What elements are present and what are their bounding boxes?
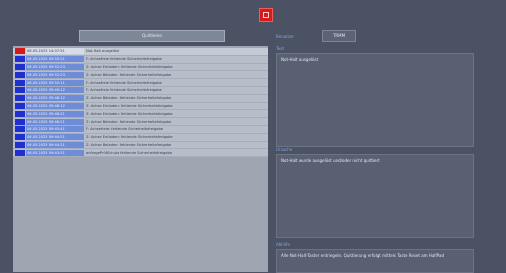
message-detail-panel: Benutzer TRMM Text Not-Halt ausgelöst Ur… [274,30,474,273]
message-timestamp: 06.05.2025 14:07:51 [26,48,84,55]
message-row[interactable]: 06.05.2025 09:52:23 Z: Achse Entladen: fe… [13,63,268,72]
remedy-text-box: Alle Not-Halt-Taster entriegeln. Quittie… [276,249,474,273]
message-text: Z: Achse Entladen: fehlende Sicherheitsf… [86,135,173,140]
message-text: Z: Achse Entladen: fehlende Sicherheitsf… [86,64,173,69]
message-row[interactable]: 06.05.2025 09:48:12 Z: Achse Beladen: feh… [13,94,268,103]
message-row[interactable]: 06.05.2025 09:55:21 F: Achsefreie fehlend… [13,55,268,64]
message-timestamp: 06.05.2025 09:43:51 [26,149,84,156]
message-row[interactable]: 06.05.2025 09:44:21 Z: Achse Beladen: feh… [13,141,268,150]
message-row[interactable]: 06.05.2025 09:52:23 Z: Achse Beladen: feh… [13,71,268,80]
message-timestamp: 06.05.2025 09:46:21 [26,118,84,125]
message-timestamp: 06.05.2025 09:45:41 [26,126,84,133]
message-row[interactable]: 06.05.2025 09:44:51 Z: Achse Entladen: fe… [13,133,268,142]
severity-swatch [15,102,25,109]
message-row[interactable]: 06.05.2025 09:50:11 F: Achsefreie fehlend… [13,79,268,87]
severity-swatch [15,149,25,156]
message-row[interactable]: 06.05.2025 14:07:51 Not-Halt ausgelöst [13,48,268,56]
cause-text-box: Not-Halt wurde ausgelöst und/oder nicht … [276,154,474,238]
severity-swatch [15,56,25,63]
message-text: Not-Halt ausgelöst [86,49,120,54]
message-text: Z: Achse Beladen: fehlende Sicherheitsfr… [86,96,172,101]
message-text-box: Not-Halt ausgelöst [276,53,474,147]
user-value-field[interactable]: TRMM [322,30,356,42]
text-section-label: Text [276,46,285,51]
message-list-panel: Quittieren 06.05.2025 14:07:51 Not-Halt a… [13,26,268,272]
user-label: Benutzer [276,34,295,39]
filter-bar: Quittieren [13,26,268,46]
cause-section-label: Ursache [276,147,293,152]
message-row[interactable]: 06.05.2025 09:48:12 Z: Achse Entladen: fe… [13,102,268,111]
message-timestamp: 06.05.2025 09:44:51 [26,134,84,141]
message-list: 06.05.2025 14:07:51 Not-Halt ausgelöst 06.… [13,48,268,158]
message-timestamp: 06.05.2025 09:49:12 [26,87,84,94]
message-row[interactable]: 06.05.2025 09:46:21 Z: Achse Entladen: fe… [13,110,268,119]
message-text: F: Achsefreie fehlende Sicherheitsfreiga… [86,80,162,85]
severity-swatch [15,126,25,133]
message-row[interactable]: 06.05.2025 09:45:41 F: Achsefreie: fehlen… [13,125,268,134]
acknowledge-button[interactable]: Quittieren [79,30,225,42]
severity-swatch [15,134,25,141]
message-timestamp: 06.05.2025 09:46:21 [26,110,84,117]
alarm-indicator-icon[interactable] [259,8,273,22]
message-timestamp: 06.05.2025 09:52:23 [26,63,84,70]
message-text: Z: Achse Beladen: fehlende Sicherheitsfr… [86,72,172,77]
severity-swatch [15,71,25,78]
message-row[interactable]: 06.05.2025 09:43:51 anfragePrüfSchutz feh… [13,149,268,158]
remedy-section-label: Abhilfe [276,242,290,247]
severity-swatch [15,110,25,117]
severity-swatch [15,48,25,55]
user-row: Benutzer TRMM [274,30,474,44]
message-text: Z: Achse Beladen: fehlende Sicherheitsfr… [86,119,172,124]
severity-swatch [15,79,25,86]
message-text: Z: Achse Entladen: fehlende Sicherheitsf… [86,111,173,116]
severity-swatch [15,95,25,102]
message-text: anfragePrüfSchutz fehlende Sicherheitsfr… [86,150,172,155]
severity-swatch [15,63,25,70]
severity-swatch [15,118,25,125]
message-timestamp: 06.05.2025 09:48:12 [26,95,84,102]
message-row[interactable]: 06.05.2025 09:46:21 Z: Achse Beladen: feh… [13,118,268,126]
message-row[interactable]: 06.05.2025 09:49:12 F: Achsefreie fehlend… [13,86,268,95]
severity-swatch [15,87,25,94]
message-timestamp: 06.05.2025 09:48:12 [26,102,84,109]
message-timestamp: 06.05.2025 09:52:23 [26,71,84,78]
message-text: Z: Achse Beladen: fehlende Sicherheitsfr… [86,142,172,147]
message-timestamp: 06.05.2025 09:50:11 [26,79,84,86]
message-text: F: Achsefreie: fehlende Sicherheitsfreig… [86,127,163,132]
severity-swatch [15,141,25,148]
message-timestamp: 06.05.2025 09:44:21 [26,141,84,148]
message-text: Z: Achse Entladen: fehlende Sicherheitsf… [86,103,173,108]
message-text: F: Achsefreie fehlende Sicherheitsfreiga… [86,57,162,62]
message-timestamp: 06.05.2025 09:55:21 [26,56,84,63]
message-text: F: Achsefreie fehlende Sicherheitsfreiga… [86,88,162,93]
